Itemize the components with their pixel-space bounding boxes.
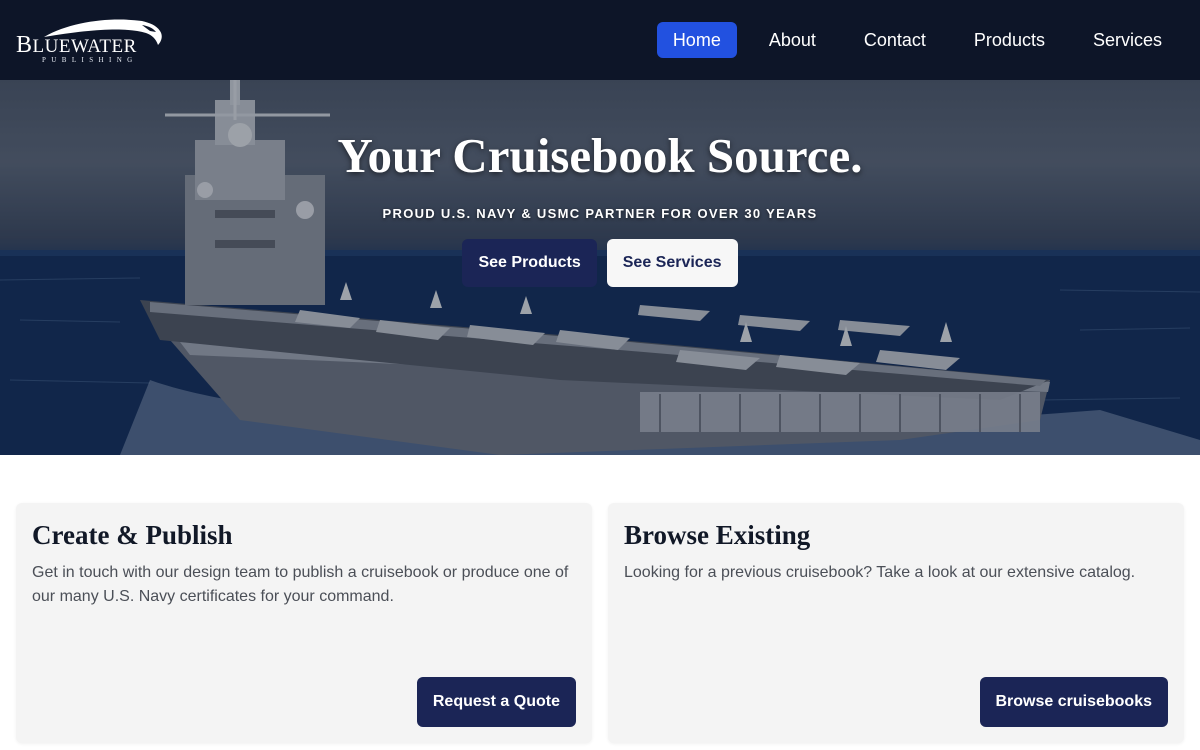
- see-services-button[interactable]: See Services: [606, 239, 738, 287]
- site-header: BLUEWATER PUBLISHING Home About Contact …: [0, 0, 1200, 80]
- logo-wordmark: BLUEWATER: [16, 32, 137, 58]
- card-text: Looking for a previous cruisebook? Take …: [624, 564, 1136, 581]
- hero-buttons: See Products See Services: [0, 239, 1200, 287]
- nav-home[interactable]: Home: [656, 22, 737, 58]
- see-products-button[interactable]: See Products: [462, 239, 597, 287]
- logo-tagline: PUBLISHING: [42, 56, 138, 64]
- nav-about[interactable]: About: [753, 22, 832, 58]
- card-title: Create & Publish: [32, 520, 233, 550]
- browse-cruisebooks-button[interactable]: Browse cruisebooks: [979, 677, 1168, 727]
- feature-cards: Create & Publish Get in touch with our d…: [16, 503, 1184, 743]
- nav-products[interactable]: Products: [958, 22, 1061, 58]
- nav-contact[interactable]: Contact: [848, 22, 942, 58]
- main-nav: Home About Contact Products Services: [641, 22, 1178, 58]
- card-title: Browse Existing: [624, 520, 811, 550]
- request-quote-button[interactable]: Request a Quote: [416, 677, 576, 727]
- hero-content: Your Cruisebook Source. PROUD U.S. NAVY …: [0, 80, 1200, 287]
- hero-subtitle: PROUD U.S. NAVY & USMC PARTNER FOR OVER …: [382, 206, 818, 221]
- card-text: Get in touch with our design team to pub…: [32, 564, 569, 605]
- bluewater-logo[interactable]: BLUEWATER PUBLISHING: [16, 15, 162, 65]
- browse-existing-card: Browse Existing Looking for a previous c…: [608, 503, 1184, 743]
- hero-banner: Your Cruisebook Source. PROUD U.S. NAVY …: [0, 80, 1200, 455]
- hero-title: Your Cruisebook Source.: [337, 128, 863, 183]
- nav-services[interactable]: Services: [1077, 22, 1178, 58]
- create-publish-card: Create & Publish Get in touch with our d…: [16, 503, 592, 743]
